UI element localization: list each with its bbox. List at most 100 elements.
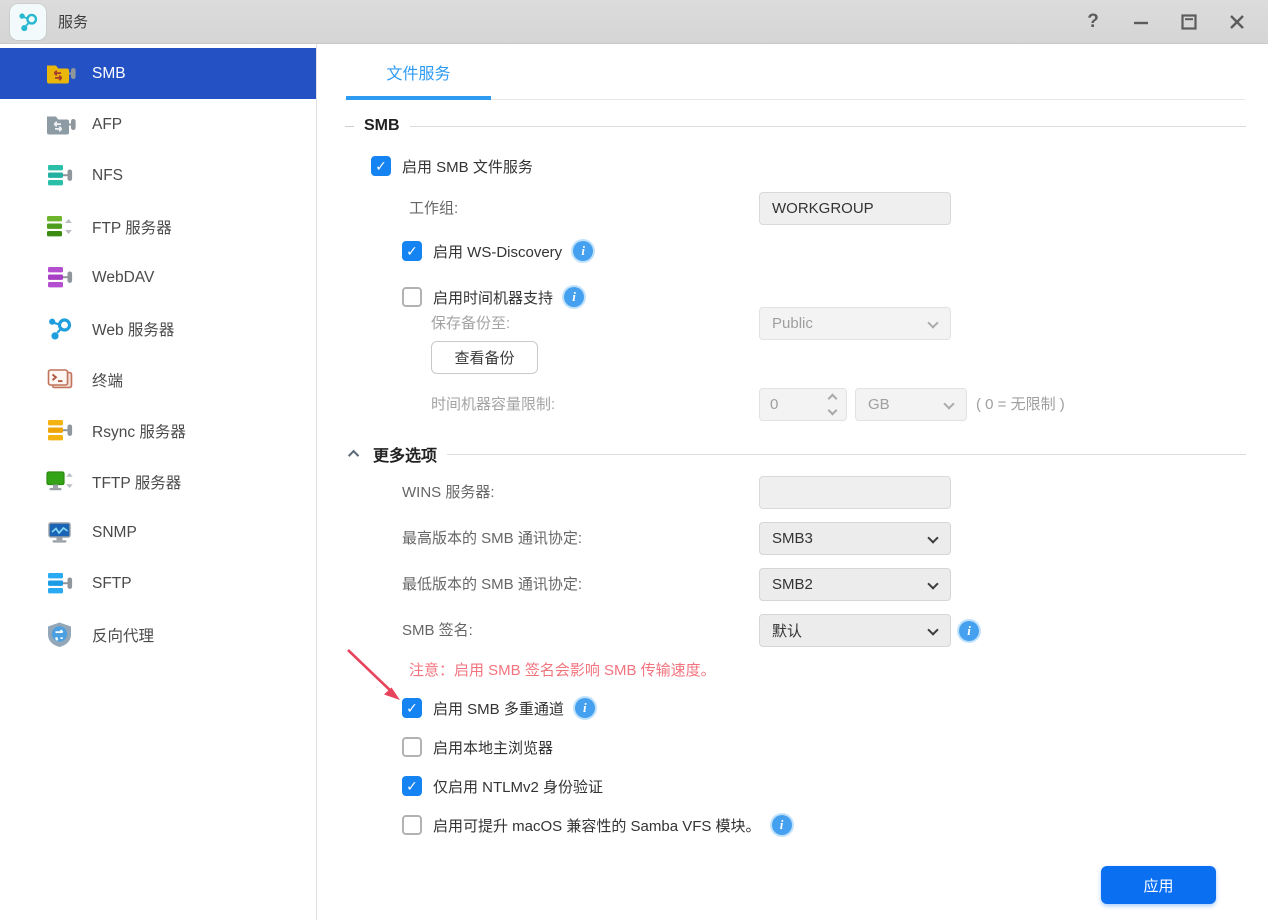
signing-warning-text: 注意：启用 SMB 签名会影响 SMB 传输速度。: [409, 659, 716, 680]
sidebar-item-label: SMB: [92, 65, 126, 83]
info-icon[interactable]: i: [564, 287, 584, 307]
wins-label: WINS 服务器:: [402, 476, 495, 509]
check-icon: ✓: [375, 159, 387, 173]
help-button[interactable]: ?: [1082, 11, 1104, 33]
smb-settings-panel: 文件服务 SMB ✓ 启用 SMB 文件服务 工作组: ✓ 启用 WS-Disc…: [318, 44, 1268, 920]
multichannel-checkbox[interactable]: ✓: [402, 698, 422, 718]
window-titlebar: 服务 ?: [0, 0, 1268, 44]
view-backup-button[interactable]: 查看备份: [431, 341, 538, 374]
nfs-stack-icon: [46, 162, 76, 189]
enable-smb-checkbox[interactable]: ✓: [371, 156, 391, 176]
ftp-server-icon: [46, 213, 76, 240]
sidebar-item-label: SNMP: [92, 524, 137, 542]
more-options-title: 更多选项: [373, 442, 437, 466]
services-sidebar: SMB AFP NFS: [0, 44, 317, 920]
check-icon: ✓: [406, 244, 418, 258]
workgroup-label: 工作组:: [409, 192, 458, 225]
ntlmv2-row: ✓ 仅启用 NTLMv2 身份验证: [402, 775, 603, 797]
sidebar-item-rsync[interactable]: Rsync 服务器: [0, 405, 316, 456]
snmp-monitor-icon: [46, 519, 76, 546]
sidebar-item-snmp[interactable]: SNMP: [0, 507, 316, 558]
multichannel-label: 启用 SMB 多重通道: [433, 698, 564, 719]
webdav-stack-icon: [46, 264, 76, 291]
samba-vfs-checkbox[interactable]: ✓: [402, 815, 422, 835]
ntlmv2-label: 仅启用 NTLMv2 身份验证: [433, 776, 603, 797]
sidebar-item-label: SFTP: [92, 575, 132, 593]
capacity-unit-select: GB: [855, 388, 967, 421]
info-icon[interactable]: i: [959, 621, 979, 641]
services-app-icon: [10, 4, 46, 40]
window-title: 服务: [58, 11, 88, 32]
web-share-icon: [46, 315, 76, 342]
check-icon: ✓: [406, 701, 418, 715]
smb-signing-select[interactable]: 默认: [759, 614, 951, 647]
tab-active-underline: [346, 96, 491, 100]
check-icon: ✓: [406, 779, 418, 793]
sidebar-item-terminal[interactable]: 终端: [0, 354, 316, 405]
local-master-checkbox[interactable]: ✓: [402, 737, 422, 757]
sidebar-item-label: 反向代理: [92, 624, 154, 646]
backup-to-label: 保存备份至:: [431, 307, 510, 340]
local-master-label: 启用本地主浏览器: [433, 737, 553, 758]
chevron-down-icon: [927, 578, 938, 589]
min-protocol-select[interactable]: SMB2: [759, 568, 951, 601]
sidebar-item-label: 终端: [92, 369, 123, 391]
info-icon[interactable]: i: [575, 698, 595, 718]
minimize-button[interactable]: [1130, 11, 1152, 33]
sidebar-item-sftp[interactable]: SFTP: [0, 558, 316, 609]
info-icon[interactable]: i: [573, 241, 593, 261]
backup-to-select: Public: [759, 307, 951, 340]
close-icon[interactable]: [1226, 11, 1248, 33]
tab-bar: 文件服务: [318, 44, 1268, 100]
samba-vfs-row: ✓ 启用可提升 macOS 兼容性的 Samba VFS 模块。 i: [402, 814, 792, 836]
stepper-arrows-icon: [829, 395, 836, 414]
chevron-down-icon: [927, 532, 938, 543]
sidebar-item-webdav[interactable]: WebDAV: [0, 252, 316, 303]
min-protocol-label: 最低版本的 SMB 通讯协定:: [402, 568, 582, 601]
sidebar-item-label: NFS: [92, 167, 123, 185]
sidebar-item-web-server[interactable]: Web 服务器: [0, 303, 316, 354]
sidebar-item-label: TFTP 服务器: [92, 471, 181, 493]
ws-discovery-checkbox[interactable]: ✓: [402, 241, 422, 261]
max-protocol-label: 最高版本的 SMB 通讯协定:: [402, 522, 582, 555]
maximize-button[interactable]: [1178, 11, 1200, 33]
sidebar-item-smb[interactable]: SMB: [0, 48, 316, 99]
enable-smb-row: ✓ 启用 SMB 文件服务: [371, 155, 533, 177]
max-protocol-select[interactable]: SMB3: [759, 522, 951, 555]
sidebar-item-tftp[interactable]: TFTP 服务器: [0, 456, 316, 507]
sidebar-item-label: WebDAV: [92, 269, 154, 287]
proxy-shield-icon: [46, 621, 76, 648]
sftp-stack-icon: [46, 570, 76, 597]
info-icon[interactable]: i: [772, 815, 792, 835]
smb-section-header: SMB: [345, 114, 1246, 138]
more-options-header[interactable]: 更多选项: [351, 442, 1246, 466]
chevron-down-icon: [927, 317, 938, 328]
smb-section-title: SMB: [364, 117, 400, 135]
wins-input[interactable]: [759, 476, 951, 509]
apply-button[interactable]: 应用: [1101, 866, 1216, 904]
chevron-down-icon: [927, 624, 938, 635]
capacity-stepper: 0: [759, 388, 847, 421]
samba-vfs-label: 启用可提升 macOS 兼容性的 Samba VFS 模块。: [433, 815, 761, 836]
sidebar-item-nfs[interactable]: NFS: [0, 150, 316, 201]
sidebar-item-label: Web 服务器: [92, 318, 174, 340]
sidebar-item-ftp[interactable]: FTP 服务器: [0, 201, 316, 252]
tftp-monitor-icon: [46, 468, 76, 495]
sidebar-item-afp[interactable]: AFP: [0, 99, 316, 150]
enable-smb-label: 启用 SMB 文件服务: [402, 156, 533, 177]
afp-folder-icon: [46, 111, 76, 138]
sidebar-item-label: Rsync 服务器: [92, 420, 186, 442]
ws-discovery-label: 启用 WS-Discovery: [433, 241, 562, 262]
smb-folder-icon: [46, 60, 76, 87]
chevron-up-icon: [348, 450, 359, 461]
multichannel-row: ✓ 启用 SMB 多重通道 i: [402, 697, 595, 719]
sidebar-item-label: AFP: [92, 116, 122, 134]
tab-file-service[interactable]: 文件服务: [346, 44, 491, 100]
ntlmv2-checkbox[interactable]: ✓: [402, 776, 422, 796]
sidebar-item-reverse-proxy[interactable]: 反向代理: [0, 609, 316, 660]
capacity-hint: ( 0 = 无限制 ): [976, 388, 1065, 421]
sidebar-item-label: FTP 服务器: [92, 216, 172, 238]
time-machine-row: ✓ 启用时间机器支持 i: [402, 286, 584, 308]
workgroup-input[interactable]: [759, 192, 951, 225]
time-machine-checkbox[interactable]: ✓: [402, 287, 422, 307]
